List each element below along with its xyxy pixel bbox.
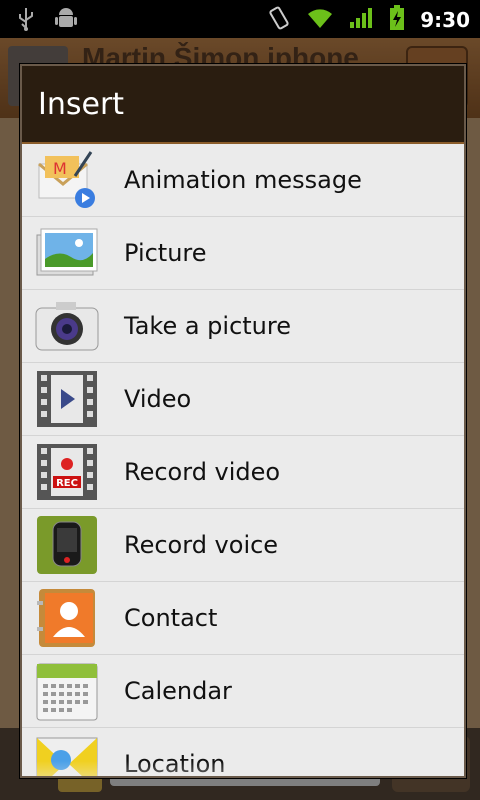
insert-record-voice-label: Record voice [124, 531, 279, 559]
insert-animation-message-label: Animation message [124, 166, 362, 194]
vibrate-icon [266, 5, 292, 35]
android-debug-icon [54, 7, 78, 35]
insert-record-voice[interactable]: Record voice [22, 509, 464, 582]
insert-animation-message[interactable]: M Animation message [22, 144, 464, 217]
animation-message-icon: M [34, 150, 100, 210]
insert-calendar-label: Calendar [124, 677, 232, 705]
clock: 9:30 [420, 8, 470, 32]
list-fade-edge [22, 761, 464, 776]
signal-icon [348, 6, 374, 34]
wifi-icon [306, 6, 334, 34]
usb-icon [16, 6, 36, 36]
contact-icon [34, 588, 100, 648]
insert-record-video[interactable]: REC Record video [22, 436, 464, 509]
insert-take-picture-label: Take a picture [124, 312, 291, 340]
record-voice-icon [34, 515, 100, 575]
battery-charging-icon [388, 5, 406, 35]
insert-picture[interactable]: Picture [22, 217, 464, 290]
record-video-icon: REC [34, 442, 100, 502]
rec-badge: REC [56, 478, 78, 489]
insert-record-video-label: Record video [124, 458, 281, 486]
dialog-title: Insert [22, 66, 464, 144]
camera-icon [34, 296, 100, 356]
picture-icon [34, 223, 100, 283]
insert-take-picture[interactable]: Take a picture [22, 290, 464, 363]
insert-video[interactable]: Video [22, 363, 464, 436]
insert-calendar[interactable]: Calendar [22, 655, 464, 728]
status-bar: 9:30 [0, 0, 480, 38]
calendar-icon [34, 661, 100, 721]
insert-contact[interactable]: Contact [22, 582, 464, 655]
svg-text:M: M [53, 159, 67, 178]
insert-dialog: Insert M Animation message Picture Take … [20, 64, 466, 778]
insert-options-list: M Animation message Picture Take a pictu… [22, 144, 464, 776]
insert-contact-label: Contact [124, 604, 218, 632]
video-icon [34, 369, 100, 429]
insert-video-label: Video [124, 385, 192, 413]
insert-picture-label: Picture [124, 239, 207, 267]
